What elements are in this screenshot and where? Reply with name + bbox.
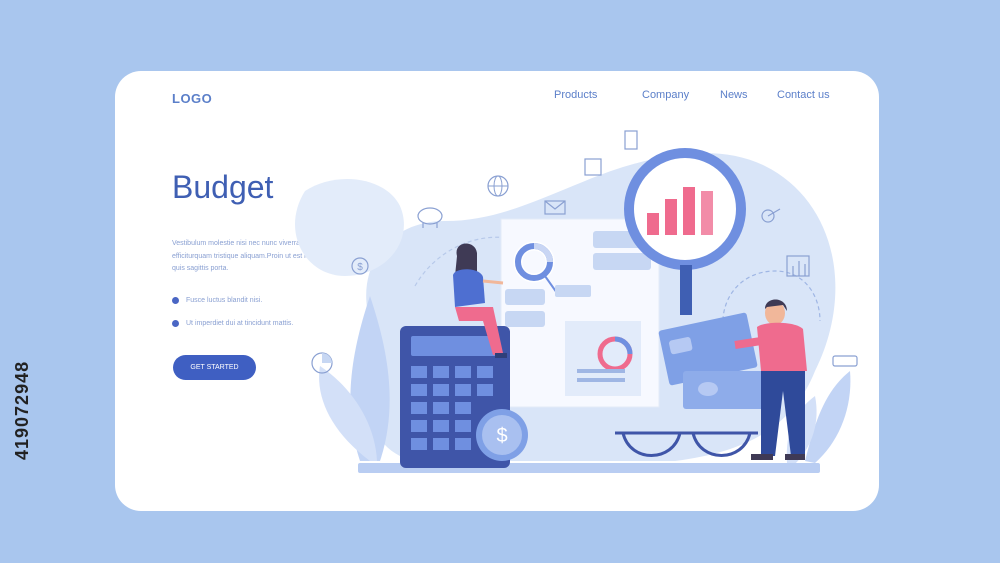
stock-watermark-id: 419072948 <box>12 360 32 460</box>
globe-icon <box>487 175 509 197</box>
coin-icon: $ <box>476 409 528 461</box>
coin-symbol: $ <box>496 425 507 447</box>
landing-card: LOGO Products Company News Contact us Bu… <box>115 71 879 511</box>
budget-illustration: $ $ <box>294 130 858 473</box>
svg-text:$: $ <box>357 262 363 273</box>
